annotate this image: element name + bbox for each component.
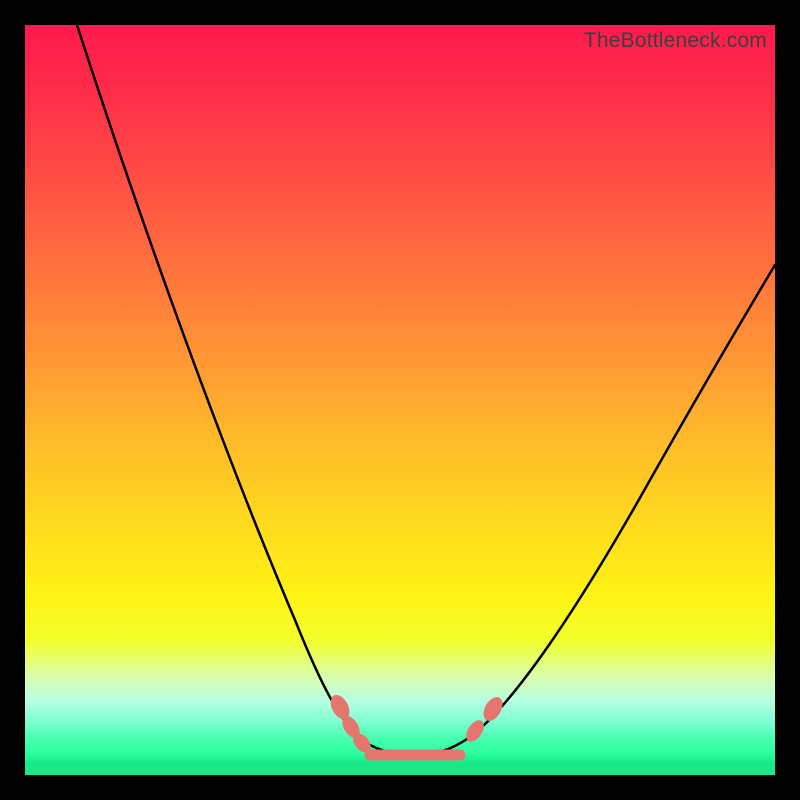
- bottleneck-curve-path: [77, 25, 775, 755]
- bottleneck-curve-svg: [25, 25, 775, 775]
- chart-frame: TheBottleneck.com: [0, 0, 800, 800]
- chart-plot-area: TheBottleneck.com: [25, 25, 775, 775]
- watermark-label: TheBottleneck.com: [584, 29, 767, 53]
- marker-bead: [480, 694, 507, 725]
